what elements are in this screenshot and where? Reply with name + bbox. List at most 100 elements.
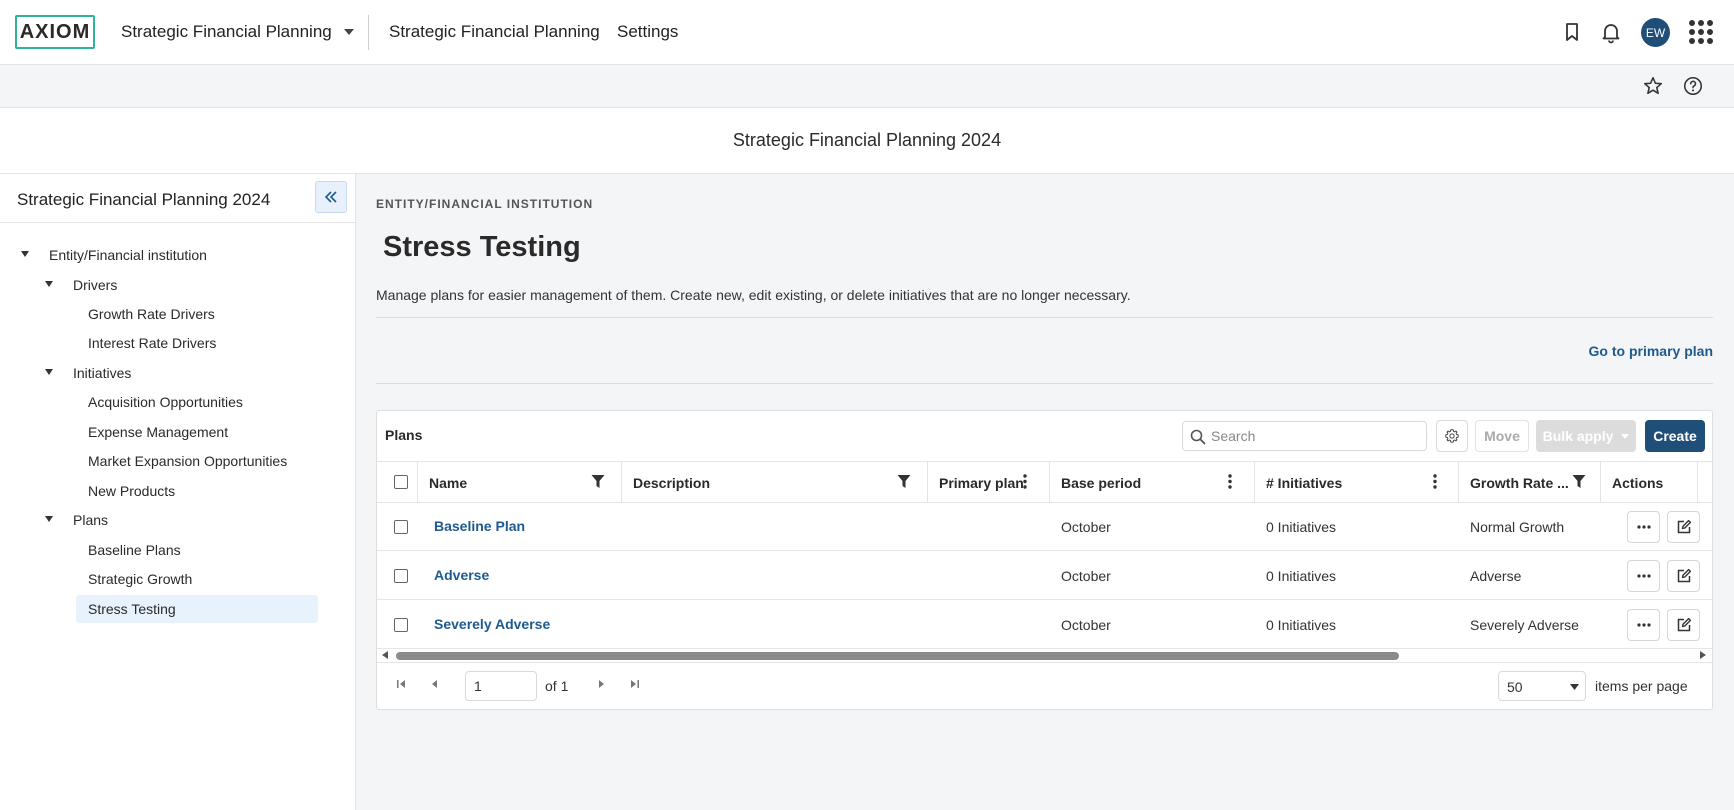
page-count-label: of 1 [545,678,569,694]
search-box [1182,421,1427,451]
pagination: of 1 50 items per page [377,663,1712,709]
app-switcher-label: Strategic Financial Planning [121,22,332,41]
row-more-actions-button[interactable] [1627,560,1660,592]
tree-toggle-entity[interactable] [21,251,29,257]
cell-growth-rate: Adverse [1470,568,1522,584]
user-avatar[interactable]: EW [1641,18,1670,47]
row-checkbox[interactable] [394,520,408,534]
bell-icon[interactable] [1599,20,1623,44]
search-input[interactable] [1211,425,1421,447]
ellipsis-icon [1636,525,1651,529]
row-edit-button[interactable] [1667,511,1700,543]
items-per-page-value: 50 [1507,679,1523,695]
items-per-page-select[interactable]: 50 [1498,671,1586,701]
page-heading: Stress Testing [383,231,581,263]
filter-icon[interactable] [897,474,911,489]
tree-item-new-products[interactable]: New Products [88,483,175,499]
cell-growth-rate: Severely Adverse [1470,617,1579,633]
next-page-icon[interactable] [598,679,606,689]
sidebar-header: Strategic Financial Planning 2024 [0,174,355,223]
select-all-cell [377,462,418,502]
filter-icon[interactable] [591,474,605,489]
column-header-base-period[interactable]: Base period [1050,462,1255,502]
row-more-actions-button[interactable] [1627,511,1660,543]
page-description: Manage plans for easier management of th… [376,287,1131,303]
tree-item-interest-rate-drivers[interactable]: Interest Rate Drivers [88,335,216,351]
grid-settings-button[interactable] [1436,420,1468,452]
page-number-input[interactable] [465,671,537,701]
row-edit-button[interactable] [1667,560,1700,592]
tree-toggle-plans[interactable] [45,516,53,522]
column-header-description[interactable]: Description [622,462,928,502]
tree-item-stress-testing[interactable]: Stress Testing [88,601,176,617]
create-button[interactable]: Create [1645,420,1705,452]
plan-name-link[interactable]: Adverse [434,567,489,583]
column-header-growth-rate[interactable]: Growth Rate ... [1459,462,1601,502]
horizontal-scrollbar[interactable] [377,649,1712,663]
edit-icon [1677,519,1691,534]
first-page-icon[interactable] [396,679,406,689]
nav-link-settings[interactable]: Settings [617,22,678,42]
plan-name-link[interactable]: Severely Adverse [434,616,550,632]
page-title-bar: Strategic Financial Planning 2024 [0,108,1734,174]
table-row: Severely Adverse October 0 Initiatives S… [377,601,1712,649]
row-more-actions-button[interactable] [1627,609,1660,641]
axiom-logo[interactable]: AXIOM [15,15,95,49]
prev-page-icon[interactable] [430,679,438,689]
scrollbar-thumb[interactable] [396,652,1399,660]
kebab-icon[interactable] [1228,474,1232,489]
kebab-icon[interactable] [1023,474,1027,489]
last-page-icon[interactable] [630,679,640,689]
tree-item-growth-rate-drivers[interactable]: Growth Rate Drivers [88,306,215,322]
kebab-icon[interactable] [1433,474,1437,489]
apps-grid-icon[interactable] [1688,19,1714,45]
help-icon[interactable] [1682,75,1706,99]
cell-growth-rate: Normal Growth [1470,519,1565,535]
filter-icon[interactable] [1572,474,1586,489]
go-to-primary-plan-link[interactable]: Go to primary plan [1589,343,1713,359]
scroll-left-arrow[interactable] [382,651,388,659]
secondary-toolbar [0,65,1734,108]
breadcrumb: ENTITY/FINANCIAL INSTITUTION [376,197,594,211]
move-button[interactable]: Move [1475,420,1529,452]
tree-item-expense-management[interactable]: Expense Management [88,424,228,440]
edit-icon [1677,568,1691,583]
cell-base-period: October [1061,617,1111,633]
divider [376,383,1713,384]
column-header-initiatives[interactable]: # Initiatives [1255,462,1459,502]
tree-item-baseline-plans[interactable]: Baseline Plans [88,542,181,558]
tree-item-initiatives[interactable]: Initiatives [73,365,131,381]
row-checkbox[interactable] [394,618,408,632]
tree-item-market-expansion-opportunities[interactable]: Market Expansion Opportunities [88,453,287,469]
plans-grid-panel: Plans Move Bulk apply Create Name Descri… [376,410,1713,710]
sidebar-title: Strategic Financial Planning 2024 [17,190,271,209]
plan-name-link[interactable]: Baseline Plan [434,518,525,534]
bookmark-icon[interactable] [1560,20,1584,44]
grid-header-row: Name Description Primary plan Base perio… [377,461,1712,503]
tree-item-entity[interactable]: Entity/Financial institution [49,247,207,263]
ellipsis-icon [1636,623,1651,627]
table-row: Adverse October 0 Initiatives Adverse [377,552,1712,600]
column-header-primary-plan[interactable]: Primary plan [928,462,1050,502]
tree-item-plans[interactable]: Plans [73,512,108,528]
star-icon[interactable] [1642,75,1666,99]
scroll-right-arrow[interactable] [1700,651,1706,659]
select-all-checkbox[interactable] [394,475,408,489]
app-switcher[interactable]: Strategic Financial Planning [121,22,354,42]
tree-item-strategic-growth[interactable]: Strategic Growth [88,571,192,587]
tree-toggle-drivers[interactable] [45,281,53,287]
tree-item-acquisition-opportunities[interactable]: Acquisition Opportunities [88,394,243,410]
row-edit-button[interactable] [1667,609,1700,641]
collapse-sidebar-button[interactable] [315,181,347,213]
bulk-apply-button[interactable]: Bulk apply [1536,420,1636,452]
row-checkbox[interactable] [394,569,408,583]
cell-initiatives: 0 Initiatives [1266,617,1337,633]
nav-link-strategic-financial-planning[interactable]: Strategic Financial Planning [389,22,600,42]
tree-item-drivers[interactable]: Drivers [73,277,117,293]
edit-icon [1677,617,1691,632]
tree-toggle-initiatives[interactable] [45,369,53,375]
column-header-name[interactable]: Name [418,462,622,502]
sidebar: Strategic Financial Planning 2024 Entity… [0,174,356,810]
table-row: Baseline Plan October 0 Initiatives Norm… [377,503,1712,551]
bulk-apply-label: Bulk apply [1542,428,1614,444]
